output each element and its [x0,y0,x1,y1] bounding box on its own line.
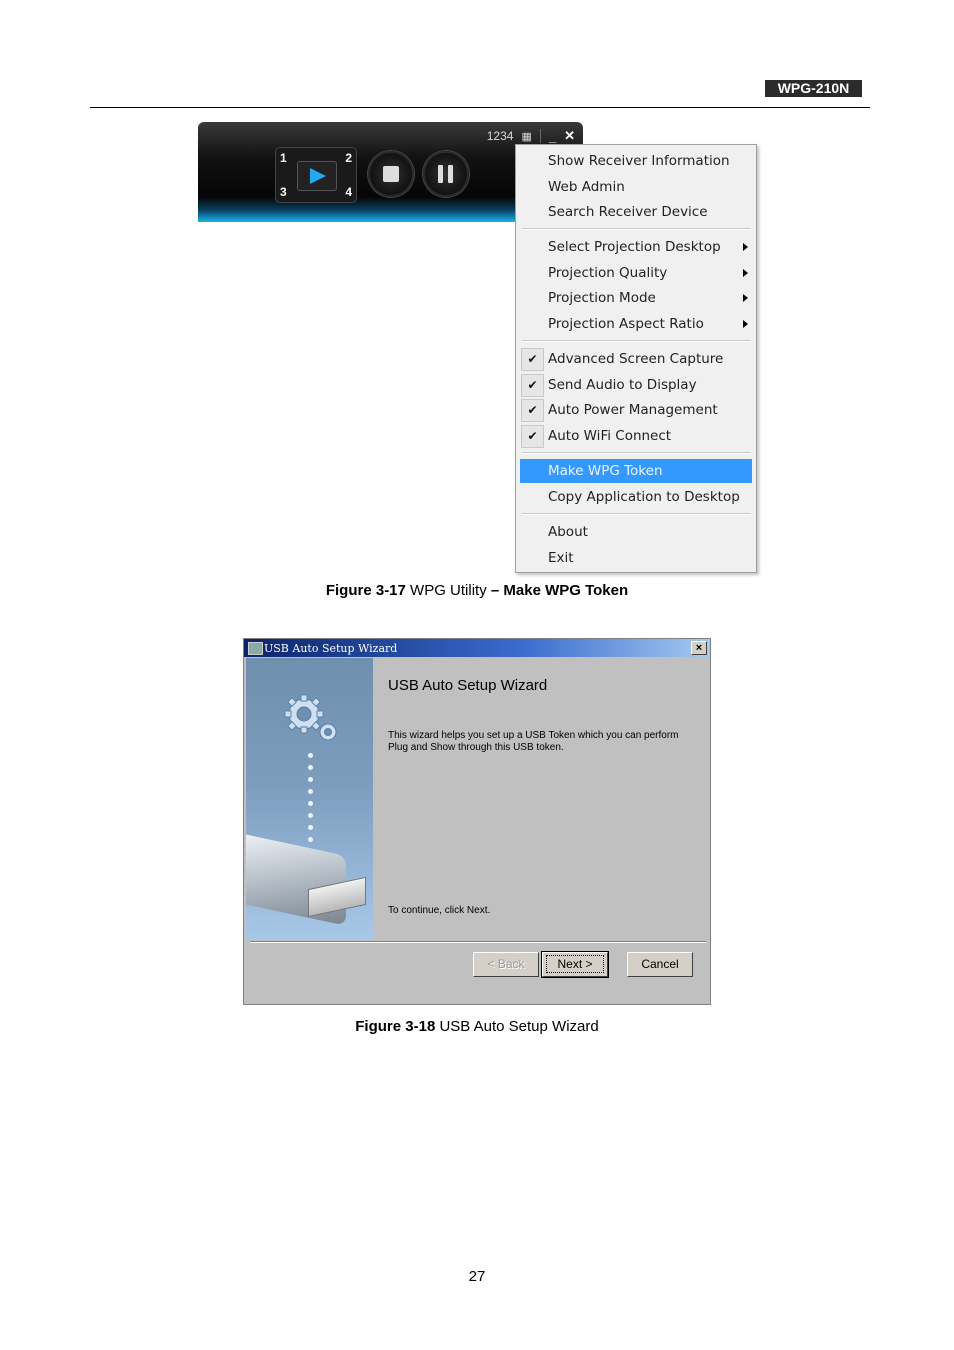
menu-item-search-receiver-device[interactable]: Search Receiver Device [520,200,752,224]
submenu-arrow-icon [743,243,748,251]
menu-item-label: Copy Application to Desktop [548,489,740,505]
menu-separator [522,452,751,454]
page-number: 27 [468,1268,486,1285]
quadrant-1-button[interactable]: 1 [280,151,287,165]
menu-item-auto-wifi-connect[interactable]: ✔ Auto WiFi Connect [520,424,752,448]
menu-item-about[interactable]: About [520,520,752,544]
menu-item-label: Send Audio to Display [548,377,697,393]
figure-number: Figure 3-17 [325,582,406,599]
wizard-titlebar: USB Auto Setup Wizard × [244,639,710,657]
menu-item-label: Projection Quality [548,265,668,281]
pause-button[interactable] [423,151,469,197]
close-button[interactable]: × [691,641,707,655]
receiver-code: 1234 [486,129,514,143]
progress-dot [308,765,313,770]
menu-item-label: Projection Aspect Ratio [548,316,704,332]
quadrant-2-button[interactable]: 2 [345,151,352,165]
titlebar-divider [539,129,541,143]
minimize-button[interactable]: _ [549,129,556,144]
checkmark-icon: ✔ [521,348,544,371]
model-badge: WPG-210N [765,80,862,97]
menu-item-projection-aspect-ratio[interactable]: Projection Aspect Ratio [520,312,752,336]
menu-item-label: Auto WiFi Connect [548,428,672,444]
figure-number: Figure 3-18 [355,1018,436,1035]
close-button[interactable]: ✕ [564,128,575,144]
quadrant-3-button[interactable]: 3 [280,185,287,199]
menu-item-label: About [548,524,588,540]
player-titlebar: 1234 ▦ _ ✕ [487,128,575,144]
gears-icon [284,694,337,741]
menu-item-label: Show Receiver Information [548,153,730,169]
stop-icon [383,166,399,182]
progress-dot [308,777,313,782]
figure-caption-3-18: Figure 3-18 USB Auto Setup Wizard [0,1018,954,1035]
context-menu: Show Receiver Information Web Admin Sear… [515,144,757,573]
menu-item-label: Select Projection Desktop [548,239,721,255]
play-icon [310,168,326,184]
next-button[interactable]: Next > [541,951,609,978]
menu-item-label: Search Receiver Device [548,204,708,220]
menu-item-make-wpg-token[interactable]: Make WPG Token [520,459,752,483]
menu-item-advanced-screen-capture[interactable]: ✔ Advanced Screen Capture [520,347,752,371]
menu-item-projection-quality[interactable]: Projection Quality [520,261,752,285]
layout-icon[interactable]: ▦ [521,130,531,143]
menu-separator [522,228,751,230]
checkmark-icon: ✔ [521,374,544,397]
progress-dot [308,813,313,818]
menu-item-label: Make WPG Token [548,463,663,479]
header-rule [90,107,870,108]
figure-text: USB Auto Setup Wizard [435,1018,599,1035]
wizard-side-banner [246,658,373,940]
menu-item-copy-application-to-desktop[interactable]: Copy Application to Desktop [520,485,752,509]
pause-icon [438,165,443,183]
progress-dot [308,837,313,842]
figure-caption-3-17: Figure 3-17 WPG Utility – Make WPG Token [0,582,954,599]
menu-item-web-admin[interactable]: Web Admin [520,175,752,199]
checkmark-icon: ✔ [521,399,544,422]
cancel-button[interactable]: Cancel [627,952,693,977]
menu-item-label: Projection Mode [548,290,656,306]
menu-separator [522,513,751,515]
wizard-description: This wizard helps you set up a USB Token… [388,730,679,753]
progress-dot [308,789,313,794]
figure-text: WPG Utility [405,582,491,599]
menu-item-label: Web Admin [548,179,625,195]
menu-item-show-receiver-information[interactable]: Show Receiver Information [520,149,752,173]
wizard-divider [250,941,706,943]
back-button[interactable]: < Back [473,952,539,977]
next-button-label: Next > [546,955,604,973]
wizard-heading: USB Auto Setup Wizard [388,677,548,694]
menu-item-auto-power-management[interactable]: ✔ Auto Power Management [520,398,752,422]
menu-item-select-projection-desktop[interactable]: Select Projection Desktop [520,235,752,259]
submenu-arrow-icon [743,269,748,277]
menu-separator [522,340,751,342]
menu-item-exit[interactable]: Exit [520,546,752,570]
wizard-window-title: USB Auto Setup Wizard [264,642,398,655]
menu-item-label: Auto Power Management [548,402,718,418]
progress-dot [308,753,313,758]
split-screen-pad: 1 2 3 4 [275,147,357,203]
pause-icon-bar [448,165,453,183]
app-icon [248,642,263,655]
wizard-continue-text: To continue, click Next. [388,905,491,916]
submenu-arrow-icon [743,294,748,302]
figure-subtitle: – Make WPG Token [490,582,629,599]
quadrant-4-button[interactable]: 4 [345,185,352,199]
stop-button[interactable] [368,151,414,197]
usb-setup-wizard-dialog: USB Auto Setup Wizard × USB Auto Setup W… [243,638,711,1005]
menu-item-send-audio-to-display[interactable]: ✔ Send Audio to Display [520,373,752,397]
progress-dot [308,801,313,806]
checkmark-icon: ✔ [521,425,544,448]
menu-item-label: Exit [548,550,574,566]
submenu-arrow-icon [743,320,748,328]
menu-item-projection-mode[interactable]: Projection Mode [520,286,752,310]
play-button[interactable] [297,161,337,191]
progress-dot [308,825,313,830]
menu-item-label: Advanced Screen Capture [548,351,724,367]
